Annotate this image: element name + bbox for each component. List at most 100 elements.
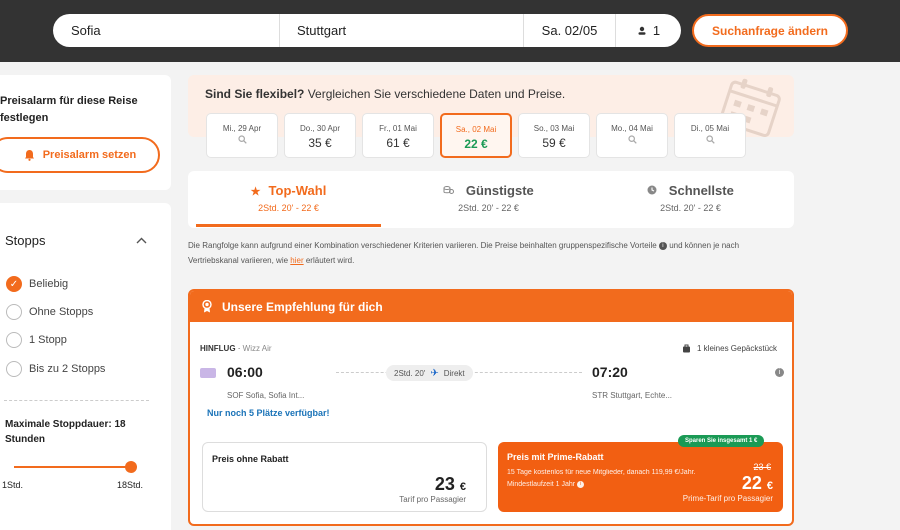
currency: € — [766, 480, 773, 492]
info-icon[interactable]: i — [775, 368, 784, 377]
date-option[interactable]: Fr., 01 Mai 61 € — [362, 113, 434, 158]
sort-tabs: ★ Top-Wahl 2Std. 20' - 22 € Günstigste 2S… — [188, 171, 794, 228]
date-option-selected[interactable]: Sa., 02 Mai 22 € — [440, 113, 512, 158]
tab-label: Günstigste — [465, 183, 534, 198]
radio-icon[interactable] — [6, 332, 22, 348]
radio-icon[interactable] — [6, 304, 22, 320]
info-icon[interactable]: i — [658, 241, 667, 250]
stops-option-label: Ohne Stopps — [29, 306, 94, 318]
flight-stops: Direkt — [443, 368, 465, 378]
search-icon — [597, 135, 667, 147]
date-options: Mi., 29 Apr Do., 30 Apr 35 € Fr., 01 Mai… — [206, 113, 746, 158]
date-option[interactable]: Mo., 04 Mai — [596, 113, 668, 158]
flexible-dates-title-bold: Sind Sie flexibel? — [205, 87, 305, 101]
passengers-field[interactable]: 1 — [616, 14, 681, 47]
divider — [4, 400, 149, 401]
recommended-flight-card[interactable]: Unsere Empfehlung für dich HINFLUG · Wiz… — [188, 289, 794, 526]
max-stop-duration-label: Maximale Stoppdauer: 18 Stunden — [5, 419, 126, 445]
stops-option-two[interactable]: Bis zu 2 Stopps — [6, 361, 105, 377]
date-option-label: Di., 05 Mai — [690, 124, 730, 133]
flight-duration: 2Std. 20' — [394, 368, 426, 378]
search-icon — [675, 135, 745, 147]
set-price-alarm-button[interactable]: Preisalarm setzen — [0, 137, 160, 173]
prime-old-price: 23 € — [753, 462, 771, 472]
duration-slider-track[interactable] — [14, 466, 131, 468]
tab-fastest[interactable]: Schnellste 2Std. 20' - 22 € — [598, 183, 783, 213]
date-option-label: Sa., 02 Mai — [455, 125, 497, 134]
arrival-time: 07:20 — [592, 364, 628, 380]
tab-top-choice[interactable]: ★ Top-Wahl 2Std. 20' - 22 € — [196, 183, 381, 213]
standard-price-value: 23 — [434, 474, 455, 494]
bell-icon — [24, 150, 34, 161]
stops-option-label: Bis zu 2 Stopps — [29, 363, 106, 375]
note-text: erläutert wird. — [305, 256, 355, 265]
savings-badge: Sparen Sie insgesamt 1 € — [678, 435, 765, 447]
stops-option-one[interactable]: 1 Stopp — [6, 332, 67, 348]
baggage-label: 1 kleines Gepäckstück — [697, 344, 778, 353]
standard-price-label: Preis ohne Rabatt — [212, 454, 289, 464]
person-icon — [638, 26, 646, 35]
seats-left-notice: Nur noch 5 Plätze verfügbar! — [207, 408, 330, 418]
origin-value: Sofia — [71, 23, 101, 38]
date-option-price: 59 € — [542, 136, 566, 150]
tab-label: Top-Wahl — [268, 183, 327, 198]
duration-slider-handle[interactable] — [125, 461, 137, 473]
tab-cheapest[interactable]: Günstigste 2Std. 20' - 22 € — [396, 183, 581, 213]
date-option-label: Mo., 04 Mai — [611, 124, 653, 133]
checkbox-checked-icon[interactable]: ✓ — [6, 276, 22, 292]
slider-min-label: 1Std. — [2, 480, 24, 490]
prime-description: 15 Tage kostenlos für neue Mitglieder, d… — [507, 467, 707, 491]
destination-field[interactable]: Stuttgart — [280, 14, 524, 47]
standard-price-option[interactable]: Preis ohne Rabatt 23 € Tarif pro Passagi… — [202, 442, 487, 512]
duration-pill: 2Std. 20' ✈ Direkt — [386, 365, 473, 381]
date-option[interactable]: So., 03 Mai 59 € — [518, 113, 590, 158]
date-option-price: 61 € — [386, 136, 410, 150]
bag-icon — [683, 344, 690, 353]
stops-option-nonstop[interactable]: Ohne Stopps — [6, 304, 93, 320]
coins-icon — [443, 186, 455, 198]
flexible-dates-title: Sind Sie flexibel? Vergleichen Sie versc… — [205, 87, 565, 101]
date-option-label: So., 03 Mai — [533, 124, 575, 133]
recommendation-header: Unsere Empfehlung für dich — [190, 291, 792, 322]
search-summary: Sofia Stuttgart Sa. 02/05 1 — [53, 14, 681, 47]
origin-field[interactable]: Sofia — [53, 14, 280, 47]
date-field[interactable]: Sa. 02/05 — [524, 14, 616, 47]
clock-icon — [647, 185, 657, 198]
plane-icon: ✈ — [430, 367, 439, 379]
price-alarm-card: Preisalarm für diese Reise festlegen Pre… — [0, 75, 171, 190]
search-icon — [207, 135, 277, 147]
star-icon: ★ — [250, 186, 261, 198]
prime-price-sub: Prime-Tarif pro Passagier — [682, 494, 773, 503]
prime-price-option[interactable]: Preis mit Prime-Rabatt 15 Tage kostenlos… — [498, 442, 783, 512]
note-link[interactable]: hier — [290, 256, 303, 265]
arrival-airport: STR Stuttgart, Echte... — [592, 391, 673, 400]
date-option-price: 22 € — [464, 137, 488, 151]
change-search-button[interactable]: Suchanfrage ändern — [692, 14, 848, 47]
stops-filter-title: Stopps — [5, 233, 46, 248]
passengers-value: 1 — [652, 23, 661, 38]
date-option[interactable]: Di., 05 Mai — [674, 113, 746, 158]
award-icon — [202, 300, 212, 313]
stops-option-label: Beliebig — [29, 278, 69, 290]
stops-option-any[interactable]: ✓ Beliebig — [6, 276, 68, 292]
prime-desc-text: 15 Tage kostenlos für neue Mitglieder, d… — [507, 469, 696, 488]
date-option[interactable]: Do., 30 Apr 35 € — [284, 113, 356, 158]
date-option[interactable]: Mi., 29 Apr — [206, 113, 278, 158]
date-value: Sa. 02/05 — [541, 23, 598, 38]
date-option-label: Fr., 01 Mai — [379, 124, 417, 133]
radio-icon[interactable] — [6, 361, 22, 377]
direction-label: HINFLUG — [200, 344, 236, 353]
prime-price-value: 22 — [741, 473, 762, 493]
destination-value: Stuttgart — [297, 23, 347, 38]
airline-name: Wizz Air — [242, 344, 272, 353]
departure-time: 06:00 — [227, 364, 263, 380]
tab-sub: 2Std. 20' - 22 € — [660, 203, 721, 213]
info-icon[interactable]: i — [577, 480, 585, 488]
price-alarm-title: Preisalarm für diese Reise festlegen — [0, 95, 138, 124]
date-option-label: Mi., 29 Apr — [222, 124, 262, 133]
chevron-up-icon[interactable] — [136, 233, 147, 247]
slider-max-label: 18Std. — [117, 480, 144, 490]
departure-airport: SOF Sofia, Sofia Int... — [227, 391, 305, 400]
stops-option-label: 1 Stopp — [29, 334, 67, 346]
prime-price: 22 € — [742, 473, 773, 494]
